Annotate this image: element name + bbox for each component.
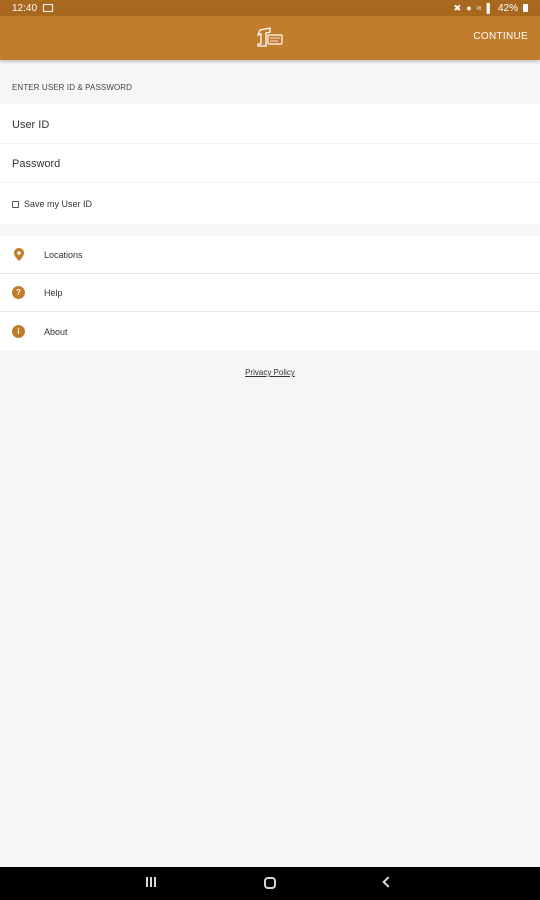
menu-item-locations[interactable]: Locations — [0, 236, 540, 274]
status-icons: ✖ ● ≈ ▌ 42% — [454, 3, 528, 14]
privacy-policy-row: Privacy Policy — [0, 368, 540, 377]
recent-apps-icon[interactable] — [146, 877, 156, 887]
battery-icon — [523, 4, 528, 12]
signal-icon: ▌ — [486, 2, 493, 13]
mute-icon: ✖ — [453, 2, 462, 13]
system-nav-bar — [0, 867, 540, 900]
section-heading: ENTER USER ID & PASSWORD — [12, 83, 133, 92]
password-input[interactable] — [0, 145, 540, 182]
info-icon: i — [12, 325, 25, 338]
menu-item-label: About — [44, 326, 68, 337]
status-time: 12:40 — [12, 2, 38, 14]
menu-item-about[interactable]: i About — [0, 312, 540, 351]
status-bar: 12:40 ✖ ● ≈ ▌ 42% — [0, 0, 540, 16]
menu-item-help[interactable]: ? Help — [0, 274, 540, 312]
privacy-policy-link[interactable]: Privacy Policy — [245, 368, 295, 377]
brand-logo-icon — [254, 26, 286, 50]
menu-list: Locations ? Help i About — [0, 236, 540, 351]
image-icon — [43, 4, 54, 12]
wifi-icon: ≈ — [476, 2, 482, 13]
location-icon: ● — [466, 2, 472, 13]
menu-item-label: Help — [44, 287, 63, 298]
battery-percent: 42% — [497, 2, 518, 14]
home-icon[interactable] — [264, 877, 276, 889]
back-icon[interactable] — [382, 876, 394, 888]
user-id-input[interactable] — [0, 106, 540, 143]
save-user-id-label[interactable]: Save my User ID — [24, 199, 92, 209]
continue-button[interactable]: CONTINUE — [473, 31, 528, 42]
user-id-field-row — [0, 106, 540, 144]
app-bar: CONTINUE — [0, 16, 540, 60]
login-form: Save my User ID — [0, 104, 540, 224]
password-field-row — [0, 145, 540, 183]
help-icon: ? — [12, 286, 25, 299]
save-user-id-row[interactable]: Save my User ID — [12, 199, 92, 209]
menu-item-label: Locations — [44, 249, 83, 260]
save-user-id-checkbox[interactable] — [12, 200, 19, 208]
location-pin-icon — [12, 248, 25, 261]
